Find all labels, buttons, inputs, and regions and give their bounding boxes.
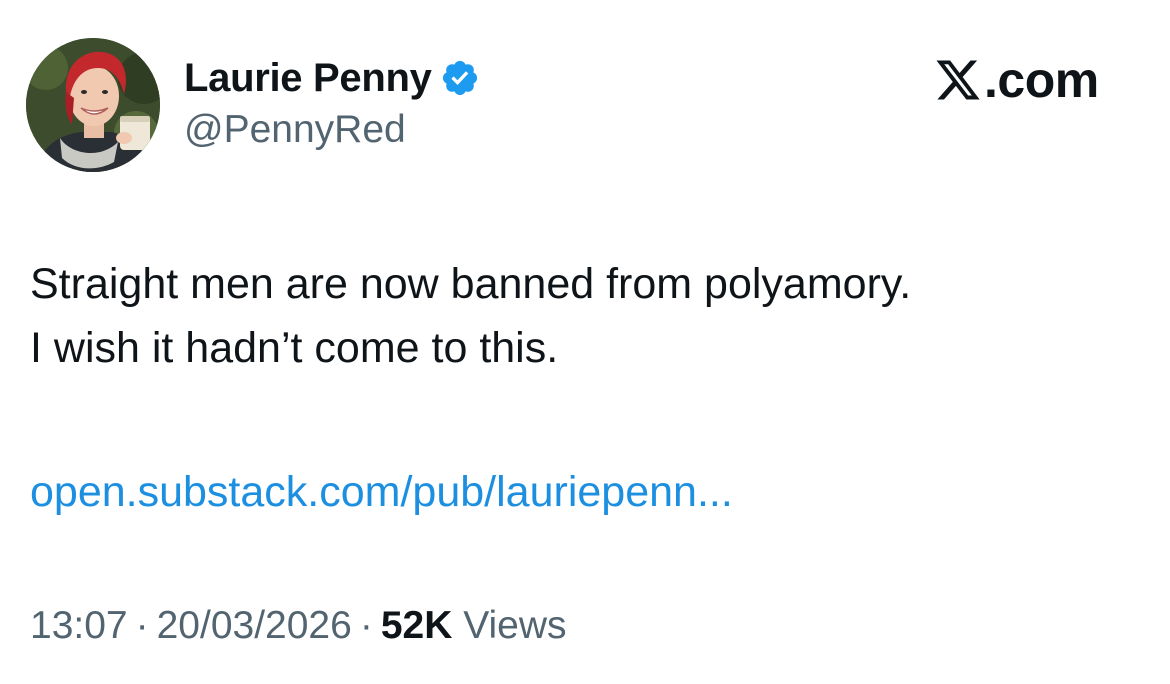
tweet-date[interactable]: 20/03/2026 [157, 604, 352, 647]
author-name-row: Laurie Penny [184, 52, 480, 104]
tweet-card: Laurie Penny @PennyRed .com Straight men… [0, 0, 1170, 684]
tweet-text-line: I wish it hadn’t come to this. [30, 324, 559, 372]
brand-logo: .com [934, 52, 1099, 108]
views-label: Views [463, 604, 567, 647]
verified-badge-icon [440, 58, 480, 98]
tweet-text-line: Straight men are now banned from polyamo… [30, 260, 912, 308]
views-count: 52K [380, 604, 453, 647]
brand-suffix: .com [984, 52, 1099, 108]
meta-separator: · [359, 604, 373, 647]
author-handle[interactable]: @PennyRed [184, 108, 406, 152]
tweet-text: Straight men are now banned from polyamo… [30, 252, 1140, 380]
x-logo-icon [934, 56, 982, 104]
tweet-time[interactable]: 13:07 [30, 604, 128, 647]
author-display-name[interactable]: Laurie Penny [184, 56, 432, 101]
tweet-link[interactable]: open.substack.com/pub/lauriepenn... [30, 460, 733, 524]
tweet-meta: 13:07 · 20/03/2026 · 52K Views [30, 598, 567, 654]
meta-separator: · [135, 604, 149, 647]
avatar[interactable] [26, 38, 160, 172]
